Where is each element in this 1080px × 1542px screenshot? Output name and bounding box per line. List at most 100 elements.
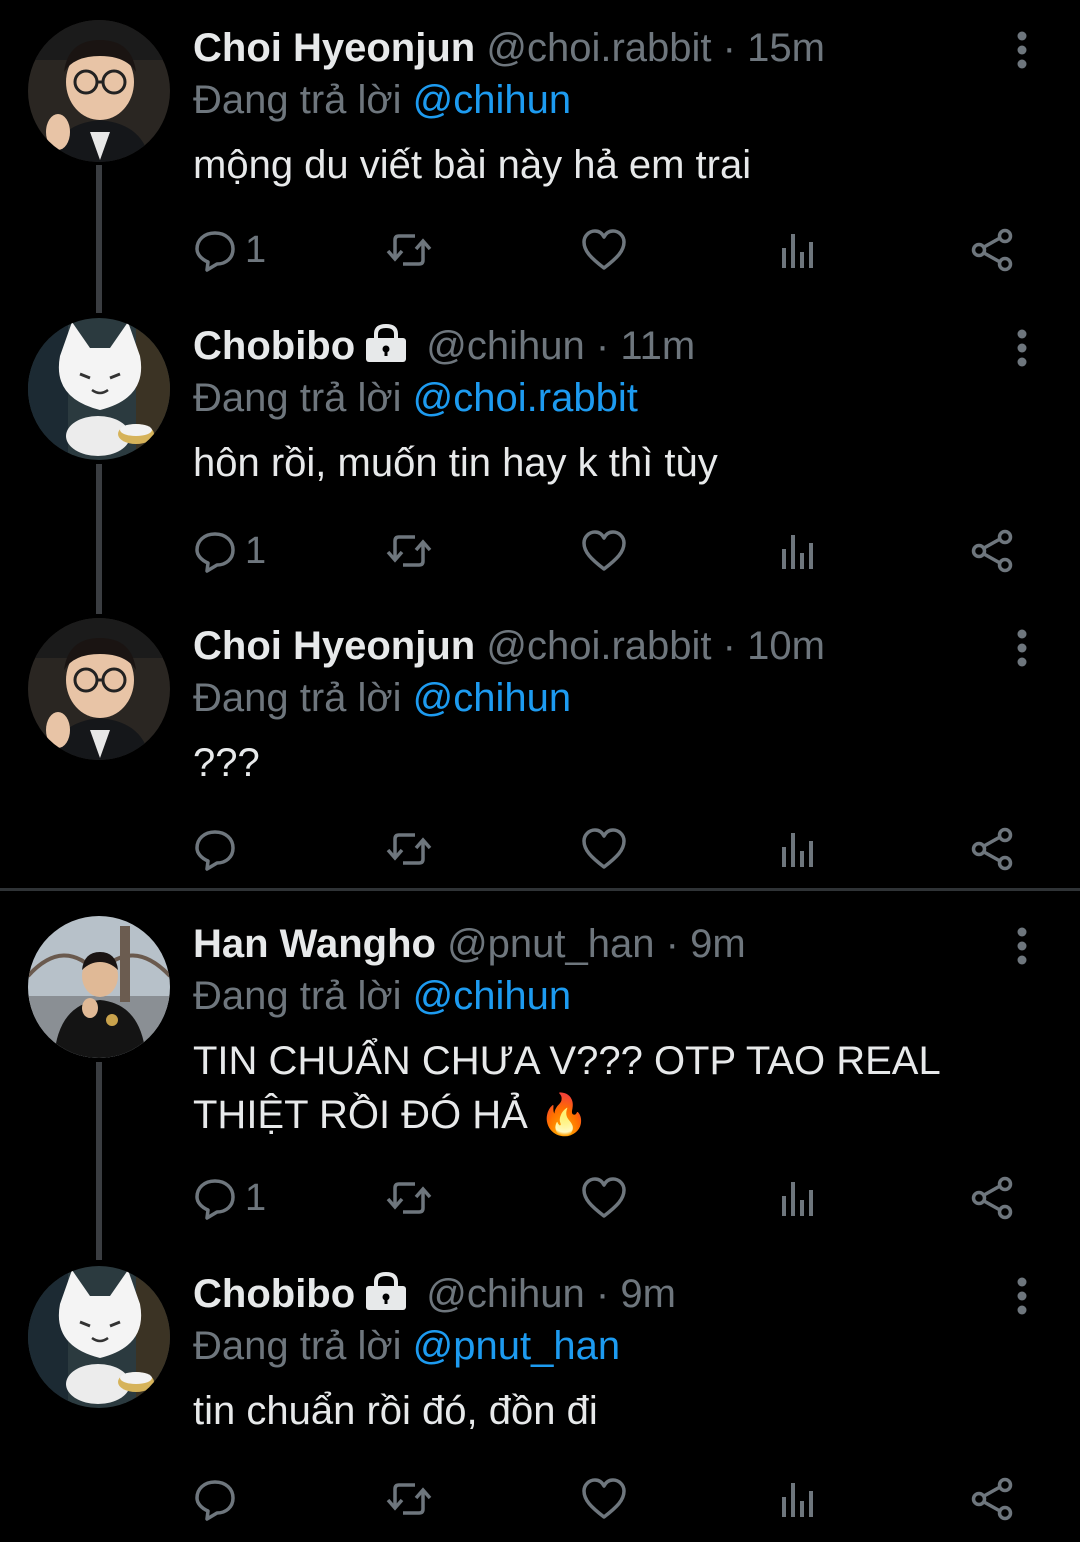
tweet-text: tin chuẩn rồi đó, đồn đi <box>193 1389 598 1433</box>
views-button[interactable] <box>778 1173 818 1223</box>
more-options-button[interactable] <box>1004 628 1040 668</box>
reply-count: 1 <box>245 228 267 271</box>
share-button[interactable] <box>969 225 1015 275</box>
retweet-icon <box>386 535 432 567</box>
reply-button[interactable]: 1 <box>193 526 266 576</box>
retweet-icon <box>386 234 432 266</box>
retweet-button[interactable] <box>385 1474 433 1524</box>
timestamp[interactable]: 15m <box>747 26 825 70</box>
user-handle[interactable]: @chihun <box>426 1272 584 1316</box>
like-button[interactable] <box>581 1474 627 1524</box>
like-button[interactable] <box>581 526 627 576</box>
like-button[interactable] <box>581 225 627 275</box>
analytics-icon <box>782 1483 813 1517</box>
avatar[interactable] <box>28 20 170 162</box>
reply-count: 1 <box>245 529 267 572</box>
tweet[interactable]: Chobibo @chihun · 11m Đang trả lời @choi… <box>0 318 1080 588</box>
more-vertical-icon <box>1017 329 1027 367</box>
tweet[interactable]: Choi Hyeonjun @choi.rabbit · 15m Đang tr… <box>0 20 1080 290</box>
action-bar <box>193 824 1023 874</box>
share-button[interactable] <box>969 1173 1015 1223</box>
reply-count: 1 <box>245 1176 267 1219</box>
reply-context: Đang trả lời @pnut_han <box>193 1322 620 1370</box>
share-button[interactable] <box>969 526 1015 576</box>
action-bar: 1 <box>193 526 1023 576</box>
share-button[interactable] <box>969 1474 1015 1524</box>
tweet[interactable]: Choi Hyeonjun @choi.rabbit · 10m Đang tr… <box>0 618 1080 888</box>
retweet-button[interactable] <box>385 1173 433 1223</box>
timestamp[interactable]: 11m <box>620 324 695 368</box>
display-name[interactable]: Han Wangho <box>193 922 436 966</box>
retweet-icon <box>386 833 432 865</box>
avatar[interactable] <box>28 916 170 1058</box>
reply-button[interactable] <box>193 824 245 874</box>
retweet-button[interactable] <box>385 824 433 874</box>
reply-mention[interactable]: @chihun <box>413 676 571 720</box>
avatar[interactable] <box>28 318 170 460</box>
avatar[interactable] <box>28 618 170 760</box>
display-name[interactable]: Choi Hyeonjun <box>193 624 475 668</box>
heart-icon <box>582 229 626 270</box>
more-options-button[interactable] <box>1004 926 1040 966</box>
timestamp[interactable]: 9m <box>620 1272 676 1316</box>
share-icon <box>971 228 1013 272</box>
more-vertical-icon <box>1017 31 1027 69</box>
heart-icon <box>582 530 626 571</box>
views-button[interactable] <box>778 824 818 874</box>
more-options-button[interactable] <box>1004 328 1040 368</box>
reply-button[interactable]: 1 <box>193 1173 266 1223</box>
display-name[interactable]: Chobibo <box>193 324 355 368</box>
reply-mention[interactable]: @pnut_han <box>413 1324 620 1368</box>
user-handle[interactable]: @chihun <box>426 324 584 368</box>
lock-icon <box>366 1271 407 1310</box>
user-handle[interactable]: @choi.rabbit <box>486 624 711 668</box>
separator-dot: · <box>665 922 679 966</box>
share-icon <box>971 1477 1013 1521</box>
tweet-text: hôn rồi, muốn tin hay k thì tùy <box>193 441 718 485</box>
reply-prefix: Đang trả lời <box>193 1324 402 1368</box>
more-vertical-icon <box>1017 927 1027 965</box>
reply-context: Đang trả lời @chihun <box>193 76 571 124</box>
tweet[interactable]: Chobibo @chihun · 9m Đang trả lời @pnut_… <box>0 1266 1080 1536</box>
reply-mention[interactable]: @choi.rabbit <box>413 376 638 420</box>
share-icon <box>971 529 1013 573</box>
more-options-button[interactable] <box>1004 1276 1040 1316</box>
reply-prefix: Đang trả lời <box>193 78 402 122</box>
timestamp[interactable]: 10m <box>747 624 825 668</box>
reply-button[interactable]: 1 <box>193 225 266 275</box>
separator-dot: · <box>595 324 610 368</box>
action-bar <box>193 1474 1023 1524</box>
tweet-text: TIN CHUẨN CHƯA V??? OTP TAO REAL THIỆT R… <box>193 1039 940 1137</box>
more-options-button[interactable] <box>1004 30 1040 70</box>
display-name[interactable]: Choi Hyeonjun <box>193 26 475 70</box>
heart-icon <box>582 1478 626 1519</box>
views-button[interactable] <box>778 526 818 576</box>
analytics-icon <box>782 833 813 867</box>
retweet-button[interactable] <box>385 526 433 576</box>
share-button[interactable] <box>969 824 1015 874</box>
action-bar: 1 <box>193 1173 1023 1223</box>
reply-context: Đang trả lời @chihun <box>193 674 571 722</box>
more-vertical-icon <box>1017 1277 1027 1315</box>
views-button[interactable] <box>778 1474 818 1524</box>
retweet-icon <box>386 1483 432 1515</box>
display-name[interactable]: Chobibo <box>193 1272 355 1316</box>
reply-context: Đang trả lời @choi.rabbit <box>193 374 638 422</box>
user-handle[interactable]: @pnut_han <box>447 922 654 966</box>
timestamp[interactable]: 9m <box>690 922 746 966</box>
like-button[interactable] <box>581 1173 627 1223</box>
reply-button[interactable] <box>193 1474 245 1524</box>
reply-context: Đang trả lời @chihun <box>193 972 571 1020</box>
user-handle[interactable]: @choi.rabbit <box>486 26 711 70</box>
reply-mention[interactable]: @chihun <box>413 974 571 1018</box>
tweet[interactable]: Han Wangho @pnut_han · 9m Đang trả lời @… <box>0 916 1080 1236</box>
avatar[interactable] <box>28 1266 170 1408</box>
reply-mention[interactable]: @chihun <box>413 78 571 122</box>
reply-prefix: Đang trả lời <box>193 376 402 420</box>
retweet-button[interactable] <box>385 225 433 275</box>
reply-prefix: Đang trả lời <box>193 676 402 720</box>
views-button[interactable] <box>778 225 818 275</box>
comment-icon <box>195 830 235 871</box>
like-button[interactable] <box>581 824 627 874</box>
comment-icon <box>195 231 235 272</box>
